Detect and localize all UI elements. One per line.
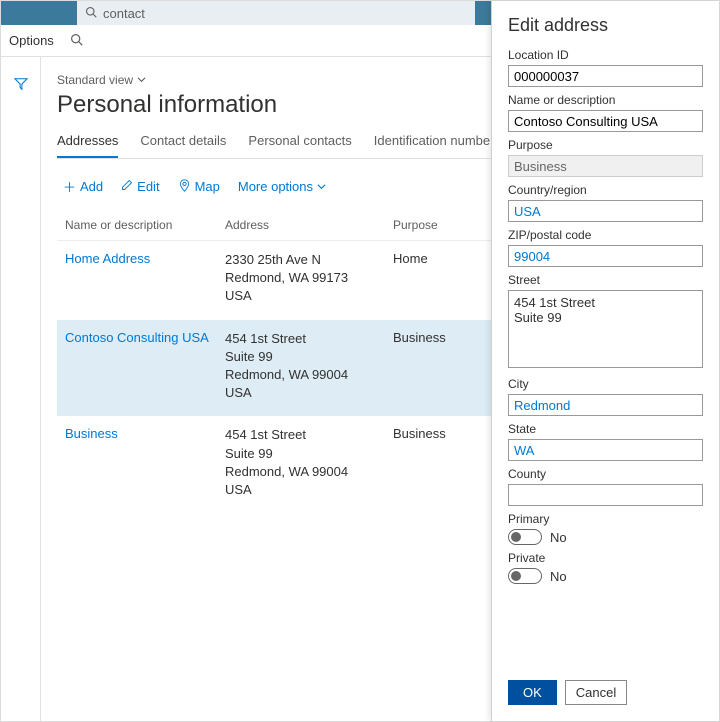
purpose-field	[508, 155, 703, 177]
cancel-button[interactable]: Cancel	[565, 680, 627, 705]
tab-identification-numbers[interactable]: Identification numbers	[374, 133, 501, 158]
panel-footer: OK Cancel	[508, 666, 703, 721]
panel-title: Edit address	[508, 15, 703, 36]
map-button[interactable]: Map	[178, 179, 220, 195]
chevron-down-icon	[317, 179, 326, 194]
edit-button[interactable]: Edit	[121, 179, 159, 194]
state-label: State	[508, 422, 703, 436]
county-label: County	[508, 467, 703, 481]
row-address: 454 1st StreetSuite 99Redmond, WA 99004U…	[225, 426, 393, 499]
more-options-label: More options	[238, 179, 313, 194]
location-id-field[interactable]	[508, 65, 703, 87]
row-name-link[interactable]: Home Address	[65, 251, 150, 266]
pencil-icon	[121, 179, 133, 194]
name-label: Name or description	[508, 93, 703, 107]
private-label: Private	[508, 551, 703, 565]
row-name-link[interactable]: Business	[65, 426, 118, 441]
col-address[interactable]: Address	[225, 218, 393, 232]
search-icon[interactable]	[70, 33, 83, 49]
col-purpose[interactable]: Purpose	[393, 218, 463, 232]
zip-label: ZIP/postal code	[508, 228, 703, 242]
private-value: No	[550, 569, 567, 584]
country-label: Country/region	[508, 183, 703, 197]
street-field[interactable]: 454 1st Street Suite 99	[508, 290, 703, 368]
filter-icon[interactable]	[14, 78, 28, 94]
city-label: City	[508, 377, 703, 391]
view-label: Standard view	[57, 73, 133, 87]
add-label: Add	[80, 179, 103, 194]
primary-value: No	[550, 530, 567, 545]
global-search-input[interactable]	[103, 6, 467, 21]
row-purpose: Business	[393, 330, 463, 403]
row-purpose: Business	[393, 426, 463, 499]
state-field[interactable]	[508, 439, 703, 461]
options-menu[interactable]: Options	[9, 33, 54, 48]
country-field[interactable]	[508, 200, 703, 222]
edit-address-panel: Edit address Location ID Name or descrip…	[491, 1, 719, 721]
purpose-label: Purpose	[508, 138, 703, 152]
map-label: Map	[195, 179, 220, 194]
edit-label: Edit	[137, 179, 159, 194]
tab-personal-contacts[interactable]: Personal contacts	[248, 133, 351, 158]
tab-contact-details[interactable]: Contact details	[140, 133, 226, 158]
primary-label: Primary	[508, 512, 703, 526]
row-name-link[interactable]: Contoso Consulting USA	[65, 330, 209, 345]
search-icon	[85, 6, 97, 21]
primary-toggle[interactable]	[508, 529, 542, 545]
chevron-down-icon	[137, 73, 146, 87]
tab-addresses[interactable]: Addresses	[57, 133, 118, 158]
zip-field[interactable]	[508, 245, 703, 267]
private-toggle[interactable]	[508, 568, 542, 584]
county-field[interactable]	[508, 484, 703, 506]
add-button[interactable]: ＋ Add	[63, 177, 103, 196]
location-id-label: Location ID	[508, 48, 703, 62]
left-rail	[1, 57, 41, 721]
plus-icon: ＋	[63, 177, 76, 196]
ok-button[interactable]: OK	[508, 680, 557, 705]
city-field[interactable]	[508, 394, 703, 416]
more-options-button[interactable]: More options	[238, 179, 326, 194]
row-address: 2330 25th Ave NRedmond, WA 99173USA	[225, 251, 393, 306]
global-search-box[interactable]	[77, 1, 475, 25]
row-address: 454 1st StreetSuite 99Redmond, WA 99004U…	[225, 330, 393, 403]
street-label: Street	[508, 273, 703, 287]
col-name[interactable]: Name or description	[65, 218, 225, 232]
row-purpose: Home	[393, 251, 463, 306]
map-icon	[178, 179, 191, 195]
name-field[interactable]	[508, 110, 703, 132]
